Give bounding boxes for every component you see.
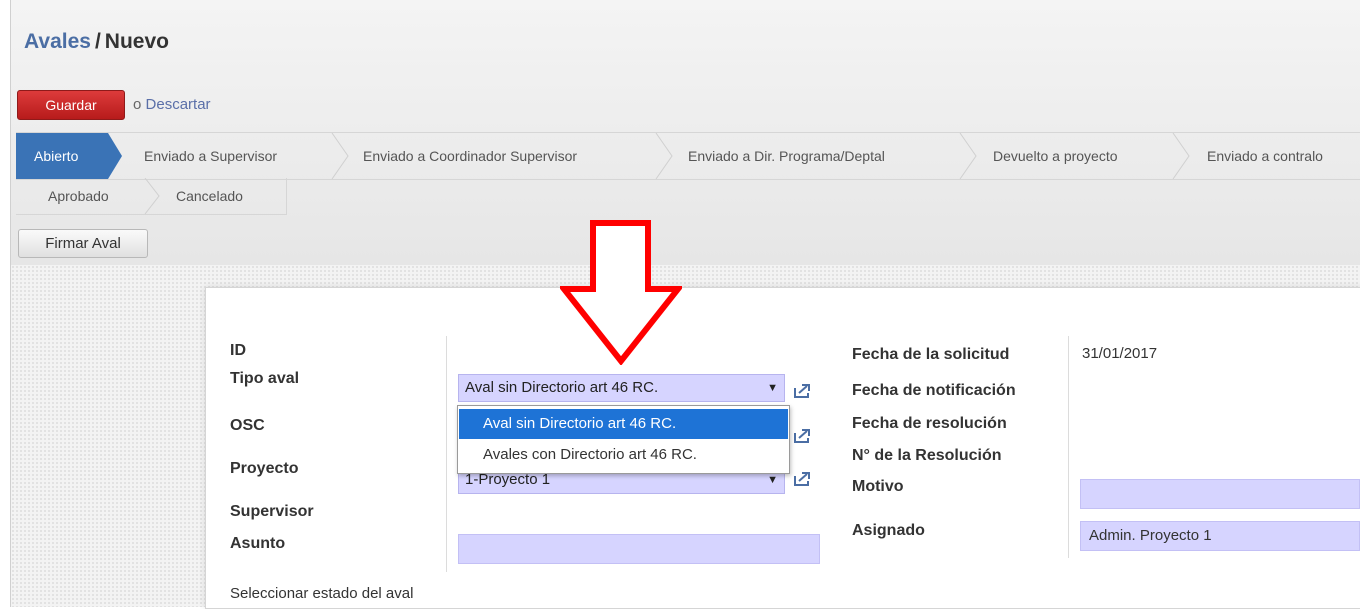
- breadcrumb-separator: /: [94, 30, 101, 53]
- label-proyecto: Proyecto: [230, 460, 299, 477]
- asignado-field[interactable]: Admin. Proyecto 1: [1080, 521, 1360, 551]
- label-num-resolucion: N° de la Resolución: [852, 447, 1002, 464]
- label-fecha-solicitud: Fecha de la solicitud: [852, 346, 1010, 363]
- label-fecha-notificacion: Fecha de notificación: [852, 382, 1016, 399]
- asignado-value: Admin. Proyecto 1: [1089, 527, 1212, 544]
- stage-label: Enviado a Coordinador Supervisor: [363, 148, 578, 164]
- external-link-icon[interactable]: [793, 428, 811, 444]
- stage-aprobado[interactable]: Aprobado: [48, 178, 109, 214]
- label-supervisor: Supervisor: [230, 503, 314, 520]
- stage-devuelto-proyecto[interactable]: Devuelto a proyecto: [993, 133, 1118, 179]
- tipo-aval-select[interactable]: Aval sin Directorio art 46 RC. ▼: [458, 374, 785, 402]
- chevron-right-icon: [144, 178, 160, 214]
- statusbar-row-1: Abierto Enviado a Supervisor Enviado a C…: [16, 132, 1360, 180]
- chevron-right-icon: [1172, 133, 1190, 179]
- asunto-input[interactable]: [458, 534, 820, 564]
- column-separator: [1068, 336, 1069, 558]
- motivo-input[interactable]: [1080, 479, 1360, 509]
- external-link-icon[interactable]: [793, 471, 811, 487]
- firmar-aval-button[interactable]: Firmar Aval: [18, 229, 148, 258]
- external-link-icon[interactable]: [793, 383, 811, 399]
- stage-cancelado[interactable]: Cancelado: [176, 178, 243, 214]
- stage-label: Devuelto a proyecto: [993, 148, 1118, 164]
- chevron-active-icon: [108, 133, 122, 179]
- annotation-arrow-icon: [560, 220, 682, 365]
- discard-group: o Descartar: [133, 96, 211, 113]
- dropdown-option[interactable]: Avales con Directorio art 46 RC.: [459, 440, 788, 470]
- chevron-right-icon: [959, 133, 977, 179]
- statusbar-row-2: Aprobado Cancelado: [16, 178, 287, 215]
- statusbar: Abierto Enviado a Supervisor Enviado a C…: [16, 132, 1360, 215]
- fecha-solicitud-value: 31/01/2017: [1082, 345, 1158, 362]
- tipo-aval-dropdown: Aval sin Directorio art 46 RC. Avales co…: [457, 405, 790, 474]
- label-tipo-aval: Tipo aval: [230, 370, 300, 387]
- or-text: o: [133, 96, 142, 113]
- label-asunto: Asunto: [230, 535, 286, 552]
- stage-enviado-coordinador[interactable]: Enviado a Coordinador Supervisor: [363, 133, 577, 179]
- save-button[interactable]: Guardar: [17, 90, 125, 120]
- stage-abierto[interactable]: Abierto: [16, 133, 108, 179]
- dropdown-option[interactable]: Aval sin Directorio art 46 RC.: [459, 409, 788, 439]
- left-edge: [0, 0, 11, 607]
- stage-label: Enviado a Supervisor: [144, 148, 278, 164]
- breadcrumb-current: Nuevo: [104, 30, 169, 53]
- label-id: ID: [230, 342, 246, 359]
- column-separator: [446, 336, 447, 572]
- stage-label: Aprobado: [48, 188, 109, 204]
- footer-hint: Seleccionar estado del aval: [230, 585, 414, 602]
- label-fecha-resolucion: Fecha de resolución: [852, 415, 1007, 432]
- chevron-right-icon: [331, 133, 349, 179]
- discard-link[interactable]: Descartar: [146, 96, 211, 113]
- breadcrumb: Avales / Nuevo: [24, 30, 169, 54]
- stage-label: Enviado a contralo: [1207, 148, 1323, 164]
- stage-label: Cancelado: [176, 188, 243, 204]
- stage-enviado-contralor[interactable]: Enviado a contralo: [1207, 133, 1323, 179]
- label-asignado: Asignado: [852, 522, 925, 539]
- stage-label: Abierto: [34, 148, 79, 164]
- label-osc: OSC: [230, 417, 265, 434]
- breadcrumb-parent[interactable]: Avales: [24, 30, 91, 53]
- label-motivo: Motivo: [852, 478, 904, 495]
- stage-enviado-supervisor[interactable]: Enviado a Supervisor: [144, 133, 277, 179]
- tipo-aval-value: Aval sin Directorio art 46 RC.: [465, 379, 659, 396]
- caret-down-icon: ▼: [767, 382, 778, 394]
- chevron-right-icon: [655, 133, 673, 179]
- stage-enviado-dir-programa[interactable]: Enviado a Dir. Programa/Deptal: [688, 133, 885, 179]
- stage-label: Enviado a Dir. Programa/Deptal: [688, 148, 885, 164]
